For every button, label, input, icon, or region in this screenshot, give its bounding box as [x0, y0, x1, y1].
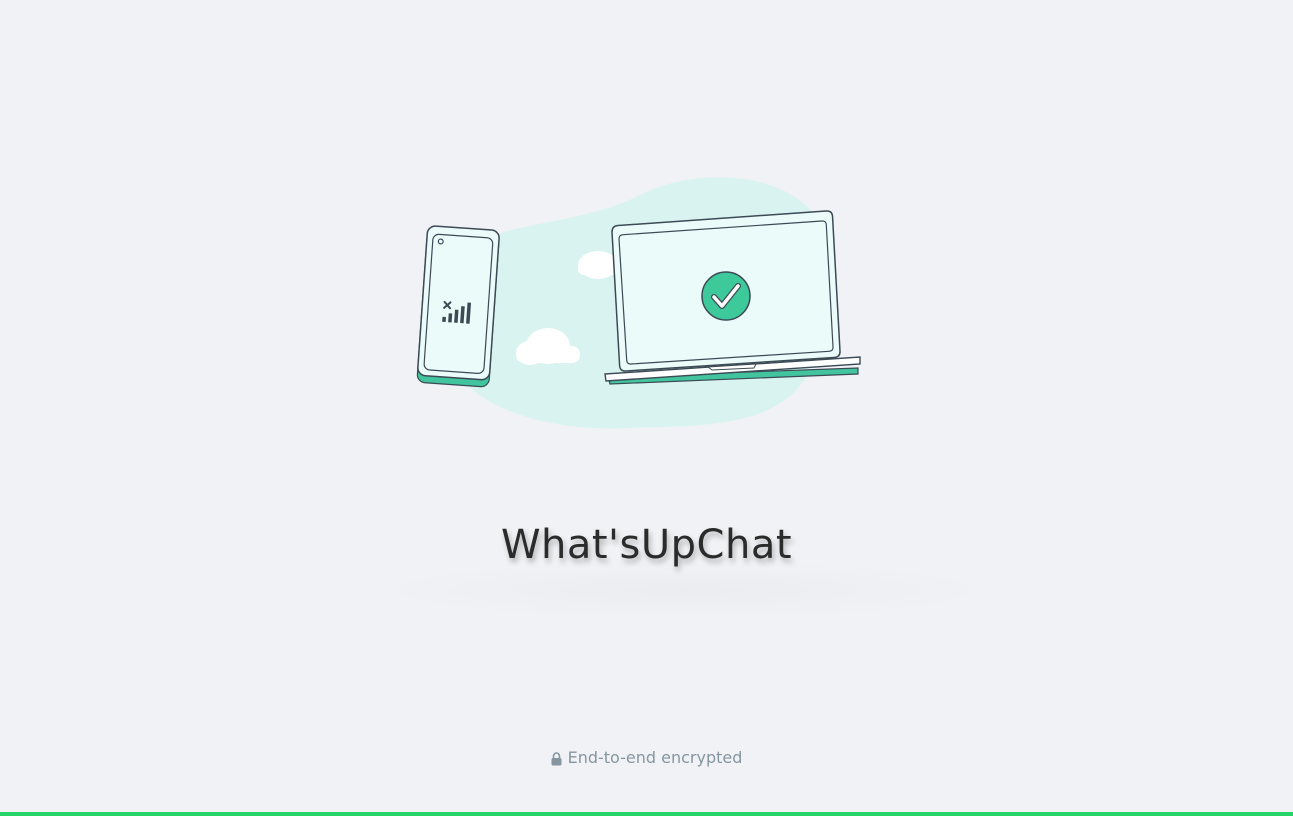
faded-description-placeholder — [360, 560, 1010, 620]
check-circle-icon — [701, 271, 751, 321]
lock-icon — [551, 752, 562, 766]
laptop-icon — [604, 210, 861, 385]
phone-laptop-connected-illustration — [416, 177, 861, 429]
accent-bottom-bar — [0, 812, 1293, 816]
encryption-notice-text: End-to-end encrypted — [567, 748, 743, 767]
encryption-notice: End-to-end encrypted — [0, 746, 1293, 770]
phone-icon — [416, 225, 500, 388]
intro-screen: What'sUpChat End-to-end encrypted — [0, 0, 1293, 812]
